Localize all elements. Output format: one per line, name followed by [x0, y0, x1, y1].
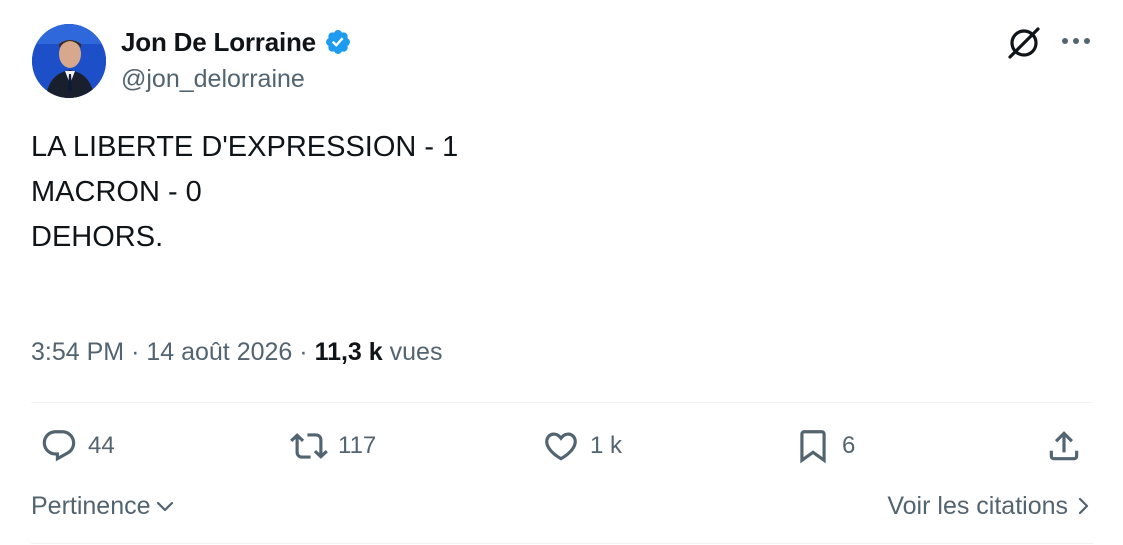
- more-icon[interactable]: [1060, 30, 1092, 52]
- like-count: 1 k: [590, 432, 623, 459]
- tweet-text-line: LA LIBERTE D'EXPRESSION - 1: [31, 131, 459, 163]
- avatar[interactable]: [32, 24, 106, 98]
- repost-count: 117: [338, 432, 377, 459]
- divider: [31, 543, 1093, 544]
- sort-label: Pertinence: [31, 492, 151, 520]
- view-quotes-link[interactable]: Voir les citations: [887, 490, 1090, 522]
- divider: [31, 402, 1093, 403]
- bookmark-count: 6: [842, 432, 856, 459]
- like-icon: [545, 432, 577, 461]
- repost-button[interactable]: 117: [290, 424, 376, 468]
- tweet-text-line: DEHORS.: [31, 221, 164, 253]
- tweet-text-line: MACRON - 0: [31, 176, 202, 208]
- like-button[interactable]: 1 k: [542, 424, 622, 468]
- meta-separator: ·: [131, 338, 140, 366]
- reply-icon: [42, 430, 76, 462]
- display-name[interactable]: Jon De Lorraine: [121, 26, 316, 58]
- share-icon: [1049, 431, 1079, 461]
- meta-separator: ·: [299, 338, 308, 366]
- views-count[interactable]: 11,3 k: [315, 338, 383, 366]
- chevron-right-icon: [1078, 497, 1089, 515]
- repost-icon: [290, 433, 328, 459]
- tweet-date[interactable]: 14 août 2026: [146, 338, 292, 366]
- author-name-row[interactable]: Jon De Lorraine: [121, 26, 352, 58]
- views-label: vues: [389, 338, 443, 366]
- share-button[interactable]: [1045, 424, 1083, 468]
- tweet-text: LA LIBERTE D'EXPRESSION - 1 MACRON - 0 D…: [31, 125, 458, 260]
- reply-count: 44: [88, 432, 115, 459]
- chevron-down-icon: [156, 501, 173, 512]
- bookmark-button[interactable]: 6: [794, 424, 855, 468]
- quotes-label: Voir les citations: [887, 492, 1068, 520]
- tweet-meta: 3:54 PM · 14 août 2026 · 11,3 k vues: [31, 336, 442, 368]
- tweet-time[interactable]: 3:54 PM: [31, 338, 124, 366]
- sort-dropdown[interactable]: Pertinence: [31, 490, 175, 522]
- author-handle[interactable]: @jon_delorraine: [121, 64, 305, 94]
- bookmark-icon: [800, 430, 826, 464]
- verified-badge-icon: [324, 28, 352, 56]
- grok-icon[interactable]: [1006, 25, 1042, 61]
- reply-button[interactable]: 44: [40, 424, 115, 468]
